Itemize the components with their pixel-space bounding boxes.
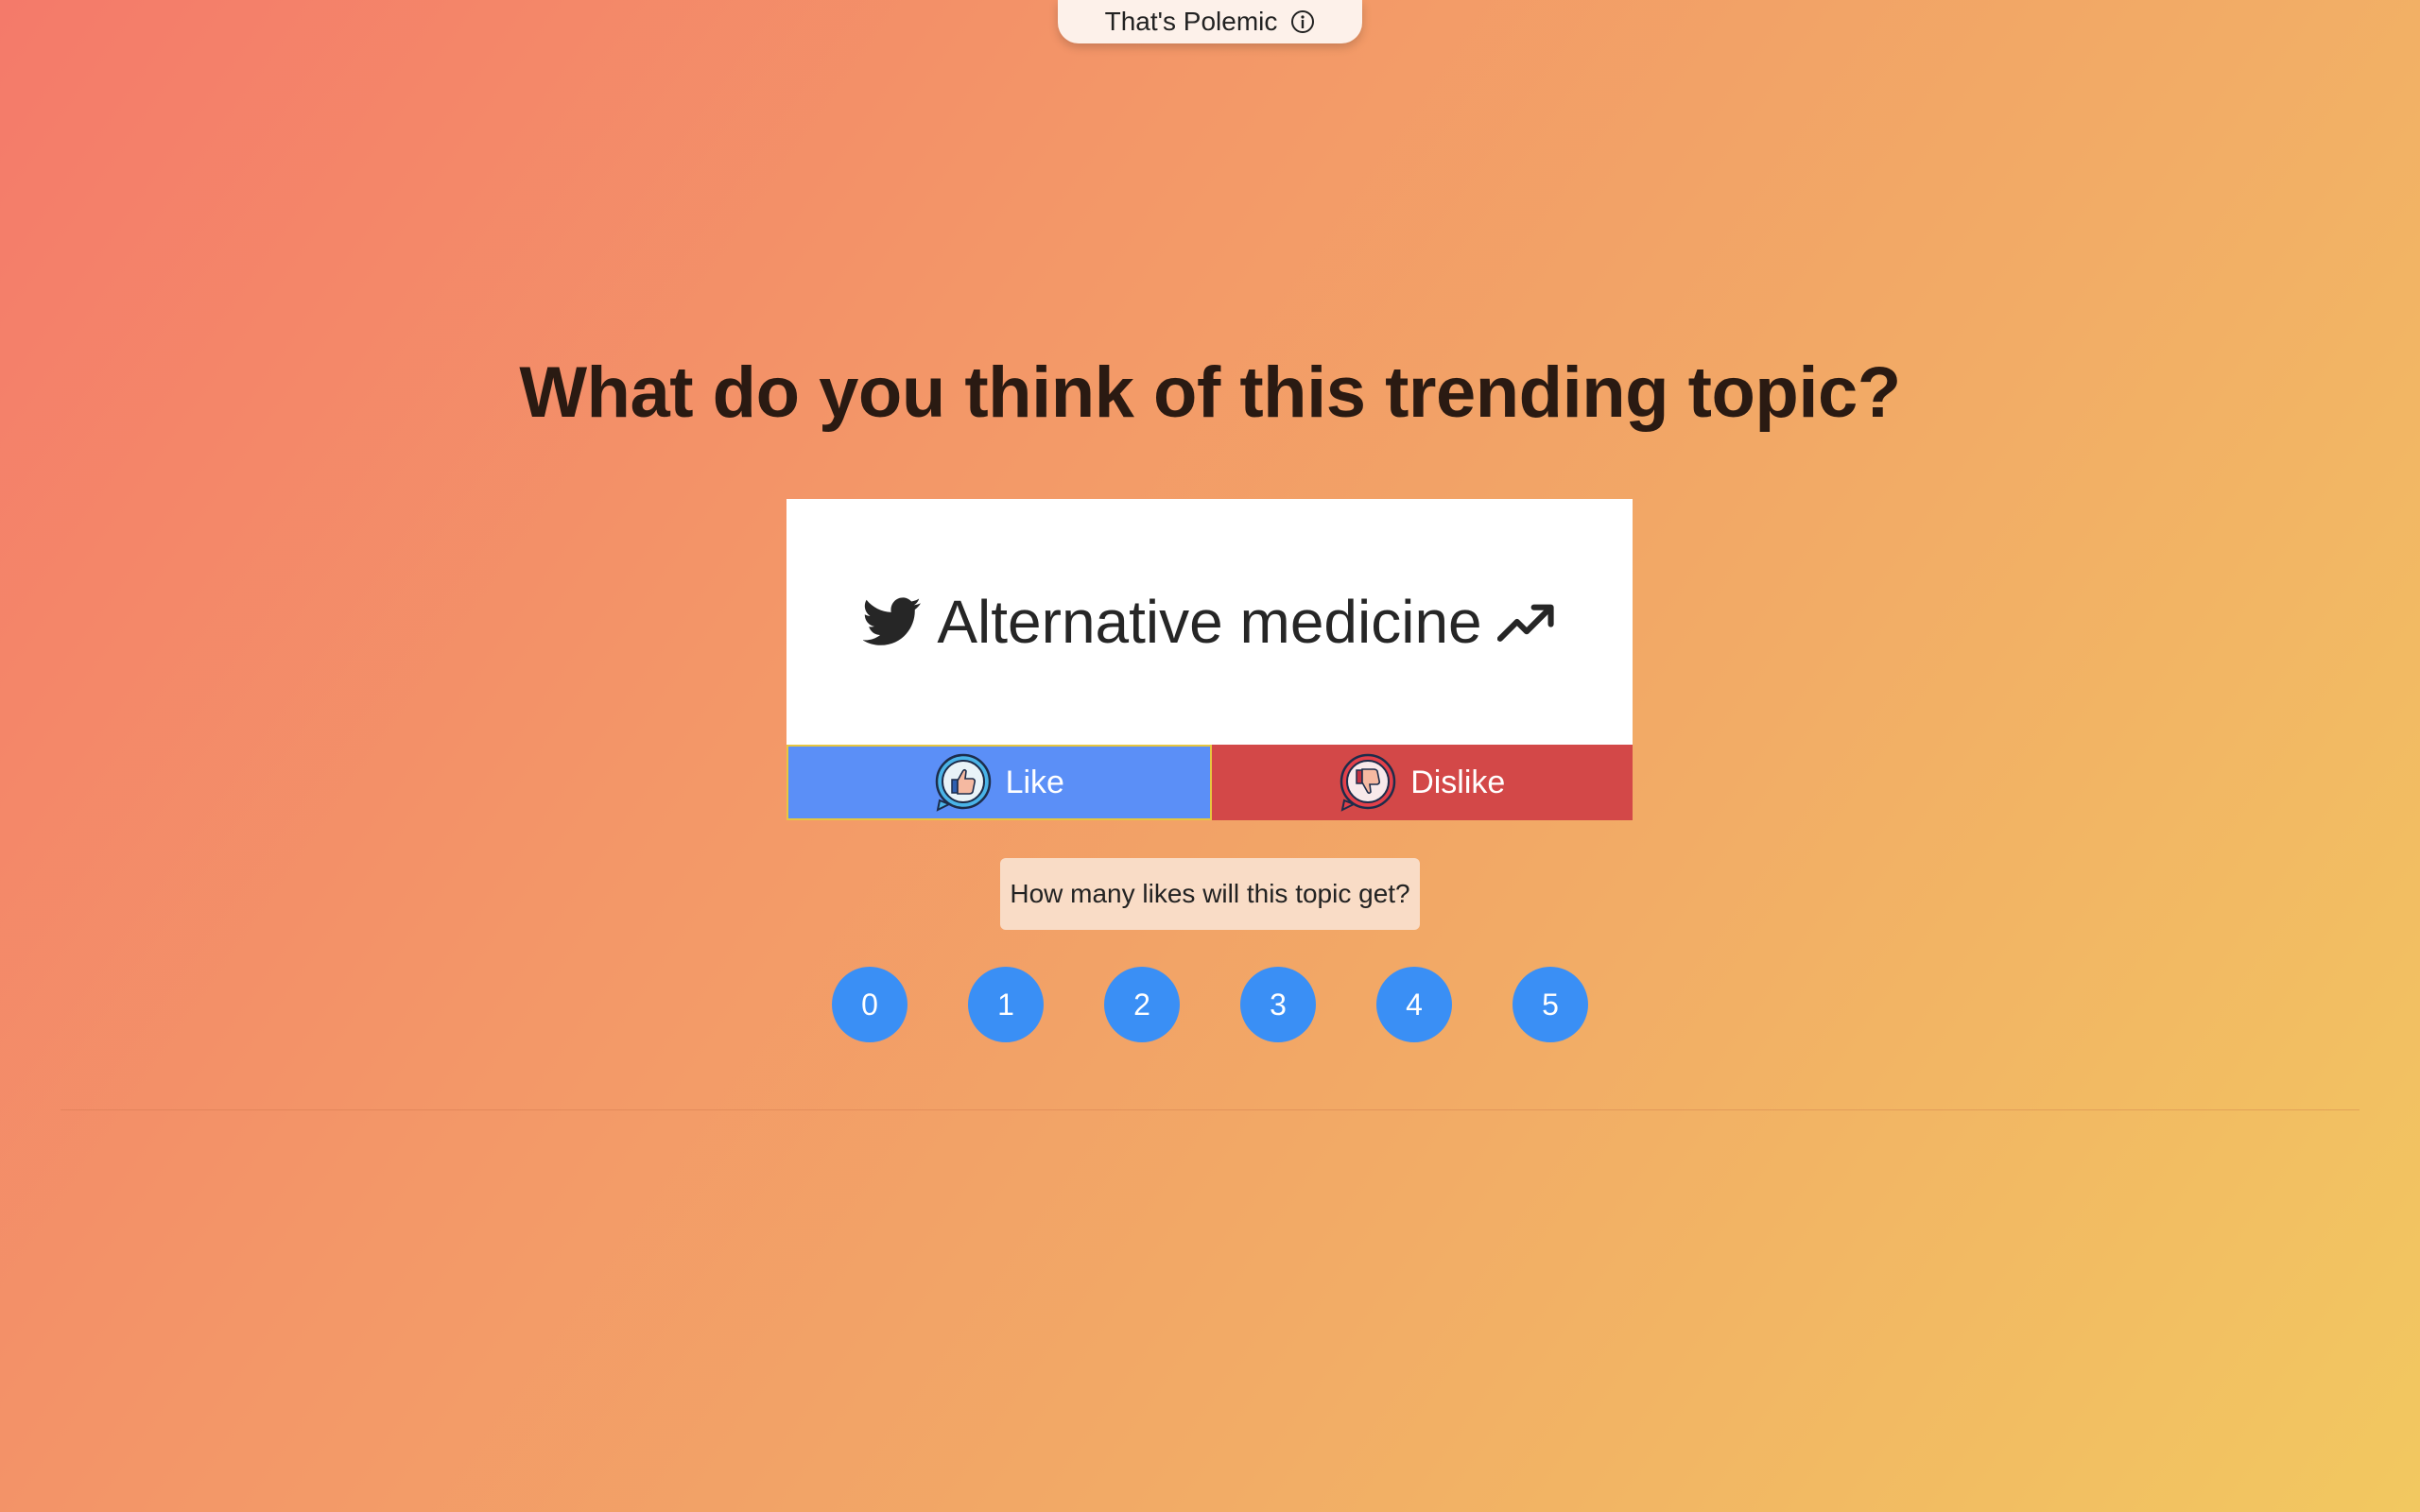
divider	[60, 1109, 2360, 1110]
guess-options: 0 1 2 3 4 5	[0, 967, 2420, 1042]
brand-tab[interactable]: That's Polemic	[1058, 0, 1362, 43]
dislike-button[interactable]: Dislike	[1211, 745, 1633, 820]
thumbs-up-icon	[935, 753, 991, 812]
thumbs-down-icon	[1340, 753, 1396, 812]
info-icon[interactable]	[1290, 9, 1315, 34]
brand-label: That's Polemic	[1104, 7, 1278, 36]
like-button[interactable]: Like	[786, 745, 1212, 820]
guess-option-5[interactable]: 5	[1512, 967, 1588, 1042]
like-label: Like	[1005, 764, 1064, 800]
guess-option-2[interactable]: 2	[1104, 967, 1180, 1042]
topic-label: Alternative medicine	[937, 588, 1482, 656]
guess-option-3[interactable]: 3	[1240, 967, 1316, 1042]
twitter-bird-icon	[863, 597, 922, 645]
guess-option-4[interactable]: 4	[1376, 967, 1452, 1042]
trending-up-icon	[1496, 604, 1554, 642]
page-title: What do you think of this trending topic…	[519, 352, 1901, 433]
likes-question: How many likes will this topic get?	[1000, 858, 1420, 930]
guess-option-1[interactable]: 1	[968, 967, 1044, 1042]
topic-card: Alternative medicine Like Dislike	[786, 499, 1633, 820]
dislike-label: Dislike	[1410, 764, 1506, 800]
topic-body: Alternative medicine	[786, 499, 1633, 745]
vote-row: Like Dislike	[786, 745, 1633, 820]
guess-option-0[interactable]: 0	[832, 967, 908, 1042]
